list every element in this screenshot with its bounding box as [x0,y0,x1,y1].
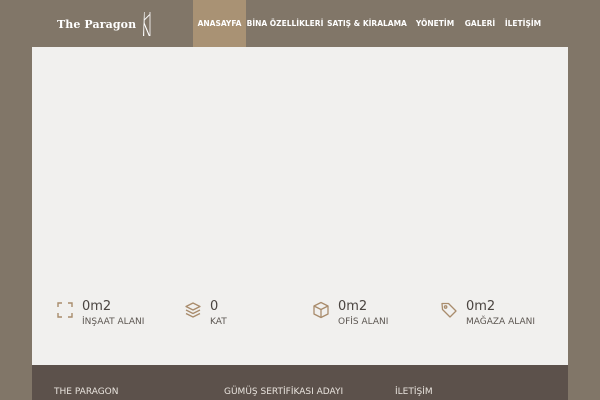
site-footer: THE PARAGON GÜMÜŞ SERTİFİKASI ADAYI İLET… [32,365,568,400]
stat-construction-area: 0m2 İNŞAAT ALANI [56,299,144,328]
stats-row: 0m2 İNŞAAT ALANI 0 KAT 0m2 OFİS ALANI 0m… [32,299,568,335]
nav-item-bina-ozellikleri[interactable]: BİNA ÖZELLİKLERİ [246,0,324,47]
stat-label: OFİS ALANI [338,317,389,327]
nav-item-galeri[interactable]: GALERİ [460,0,500,47]
nav-item-anasayfa[interactable]: ANASAYFA [193,0,246,47]
stat-value: 0 [210,299,219,314]
stat-office-area: 0m2 OFİS ALANI [312,299,388,328]
site-header: The Paragon ANASAYFA BİNA ÖZELLİKLERİ SA… [0,0,600,47]
layers-icon [184,301,202,319]
stat-floors: 0 KAT [184,299,227,328]
nav-item-satis-kiralama[interactable]: SATIŞ & KİRALAMA [324,0,410,47]
hero-stage: 0m2 İNŞAAT ALANI 0 KAT 0m2 OFİS ALANI 0m… [32,47,568,365]
paragon-tower-icon [143,12,151,36]
nav-item-iletisim[interactable]: İLETİŞİM [500,0,546,47]
footer-heading-contact: İLETİŞİM [395,387,433,397]
site-logo[interactable]: The Paragon [57,11,152,37]
stat-label: KAT [210,317,227,327]
brand-name: The Paragon [57,17,137,31]
stat-label: İNŞAAT ALANI [82,317,145,327]
main-nav: ANASAYFA BİNA ÖZELLİKLERİ SATIŞ & KİRALA… [193,0,546,47]
tag-icon [440,301,458,319]
box-icon [312,301,330,319]
stat-value: 0m2 [338,299,368,314]
stat-value: 0m2 [82,299,112,314]
stat-value: 0m2 [466,299,496,314]
expand-corners-icon [56,301,74,319]
nav-item-yonetim[interactable]: YÖNETİM [410,0,460,47]
stat-label: MAĞAZA ALANI [466,317,535,327]
footer-heading-paragon: THE PARAGON [54,387,119,397]
stat-store-area: 0m2 MAĞAZA ALANI [440,299,535,328]
footer-heading-certificate: GÜMÜŞ SERTİFİKASI ADAYI [224,387,344,397]
